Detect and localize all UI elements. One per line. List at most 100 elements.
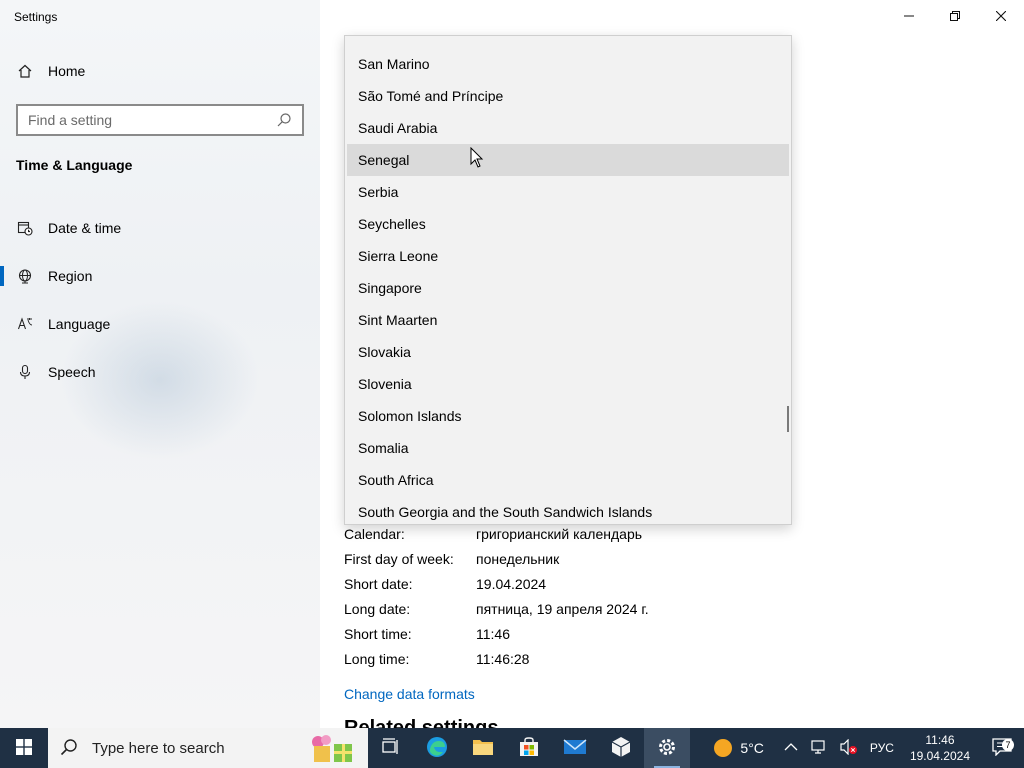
close-icon: [995, 8, 1007, 24]
dropdown-option[interactable]: Slovakia: [347, 336, 789, 368]
home-icon: [16, 62, 34, 80]
store-icon: [518, 736, 540, 761]
minimize-icon: [904, 8, 914, 24]
calendar-clock-icon: [16, 219, 34, 237]
taskbar-clock[interactable]: 11:46 19.04.2024: [900, 732, 980, 764]
sidebar-item-speech[interactable]: Speech: [0, 348, 320, 396]
dropdown-option[interactable]: Serbia: [347, 176, 789, 208]
dropdown-option[interactable]: Sierra Leone: [347, 240, 789, 272]
mail-button[interactable]: [552, 728, 598, 768]
edge-button[interactable]: [414, 728, 460, 768]
dropdown-option[interactable]: Seychelles: [347, 208, 789, 240]
clock-date: 19.04.2024: [909, 749, 970, 763]
format-value: 19.04.2024: [476, 575, 547, 592]
action-center-button[interactable]: 7: [980, 737, 1024, 759]
format-label: Short time:: [344, 625, 412, 642]
mouse-cursor-icon: [470, 146, 484, 169]
search-icon[interactable]: [276, 112, 292, 128]
edge-icon: [426, 736, 448, 761]
globe-icon: [16, 267, 34, 285]
chevron-up-icon: [784, 741, 798, 755]
sidebar-item-label: Date & time: [48, 220, 122, 236]
search-icon: [60, 738, 78, 759]
restore-icon: [950, 8, 960, 24]
task-view-button[interactable]: [368, 728, 414, 768]
dropdown-option[interactable]: South Georgia and the South Sandwich Isl…: [347, 496, 789, 524]
settings-icon: [657, 737, 677, 760]
app-title: Settings: [14, 10, 58, 24]
notification-count-badge: 7: [1002, 738, 1014, 751]
windows-logo-icon: [16, 738, 32, 758]
format-row-short-time: Short time: 11:46: [344, 621, 649, 646]
format-label: Calendar:: [344, 525, 405, 542]
minimize-button[interactable]: [886, 0, 932, 32]
weather-widget[interactable]: 5°C: [700, 739, 778, 757]
format-row-short-date: Short date: 19.04.2024: [344, 571, 649, 596]
file-explorer-button[interactable]: [460, 728, 506, 768]
dropdown-option[interactable]: Singapore: [347, 272, 789, 304]
find-setting-input[interactable]: [28, 112, 276, 128]
format-row-long-time: Long time: 11:46:28: [344, 646, 649, 671]
input-language-indicator[interactable]: РУС: [864, 728, 900, 768]
package-app-button[interactable]: [598, 728, 644, 768]
sidebar-item-language[interactable]: Language: [0, 300, 320, 348]
home-nav-item[interactable]: Home: [16, 62, 85, 80]
dropdown-option[interactable]: Somalia: [347, 432, 789, 464]
format-label: Short date:: [344, 575, 413, 592]
sidebar-item-date-time[interactable]: Date & time: [0, 204, 320, 252]
settings-taskbar-button[interactable]: [644, 728, 690, 768]
navigation-pane: Settings Home Time & Language Date & tim…: [0, 0, 320, 728]
taskbar-search-placeholder: Type here to search: [92, 739, 225, 757]
language-icon: [16, 315, 34, 333]
dropdown-option[interactable]: Sint Maarten: [347, 304, 789, 336]
dropdown-option[interactable]: San Marino: [347, 48, 789, 80]
dropdown-scrollbar-thumb[interactable]: [787, 406, 789, 432]
format-value: григорианский календарь: [476, 525, 643, 542]
sidebar-item-label: Language: [48, 316, 111, 332]
format-label: Long date:: [344, 600, 411, 617]
clock-time: 11:46: [925, 733, 955, 747]
dropdown-option[interactable]: South Africa: [347, 464, 789, 496]
sidebar-item-region[interactable]: Region: [0, 252, 320, 300]
format-row-long-date: Long date: пятница, 19 апреля 2024 г.: [344, 596, 649, 621]
close-button[interactable]: [978, 0, 1024, 32]
find-setting-search-box[interactable]: [16, 104, 304, 136]
volume-button[interactable]: [834, 728, 864, 768]
search-highlight-gift-icon: [306, 732, 356, 764]
format-row-first-day: First day of week: понедельник: [344, 546, 649, 571]
change-data-formats-link[interactable]: Change data formats: [344, 686, 475, 702]
format-value: 11:46: [476, 625, 510, 642]
taskbar: Type here to search 5°C РУС 11:46 19.04.…: [0, 728, 1024, 768]
sun-icon: [714, 739, 733, 757]
mail-icon: [563, 738, 587, 759]
file-explorer-icon: [472, 737, 494, 760]
sidebar-item-label: Speech: [48, 364, 96, 380]
country-region-dropdown[interactable]: San Marino São Tomé and Príncipe Saudi A…: [344, 35, 792, 525]
task-view-icon: [381, 737, 401, 759]
related-settings-heading: Related settings: [344, 718, 498, 728]
restore-button[interactable]: [932, 0, 978, 32]
nav-list: Date & time Region Language Speech: [0, 204, 320, 396]
dropdown-option[interactable]: São Tomé and Príncipe: [347, 80, 789, 112]
taskbar-search-box[interactable]: Type here to search: [48, 728, 368, 768]
home-label: Home: [48, 63, 86, 79]
dropdown-option[interactable]: Slovenia: [347, 368, 789, 400]
microphone-icon: [16, 363, 34, 381]
format-label: Long time:: [344, 650, 410, 667]
format-label: First day of week:: [344, 550, 454, 567]
format-value: понедельник: [476, 550, 560, 567]
format-value: пятница, 19 апреля 2024 г.: [476, 600, 649, 617]
store-button[interactable]: [506, 728, 552, 768]
dropdown-option[interactable]: Solomon Islands: [347, 400, 789, 432]
window-controls: [886, 0, 1024, 32]
dropdown-option-hovered[interactable]: Senegal: [347, 144, 789, 176]
format-value: 11:46:28: [476, 650, 530, 667]
sidebar-item-label: Region: [48, 268, 93, 284]
network-icon: [810, 739, 828, 758]
section-title: Time & Language: [16, 157, 133, 173]
start-button[interactable]: [0, 728, 48, 768]
dropdown-list: San Marino São Tomé and Príncipe Saudi A…: [345, 48, 791, 524]
dropdown-option[interactable]: Saudi Arabia: [347, 112, 789, 144]
network-status-button[interactable]: [804, 728, 834, 768]
show-hidden-icons-button[interactable]: [778, 728, 804, 768]
